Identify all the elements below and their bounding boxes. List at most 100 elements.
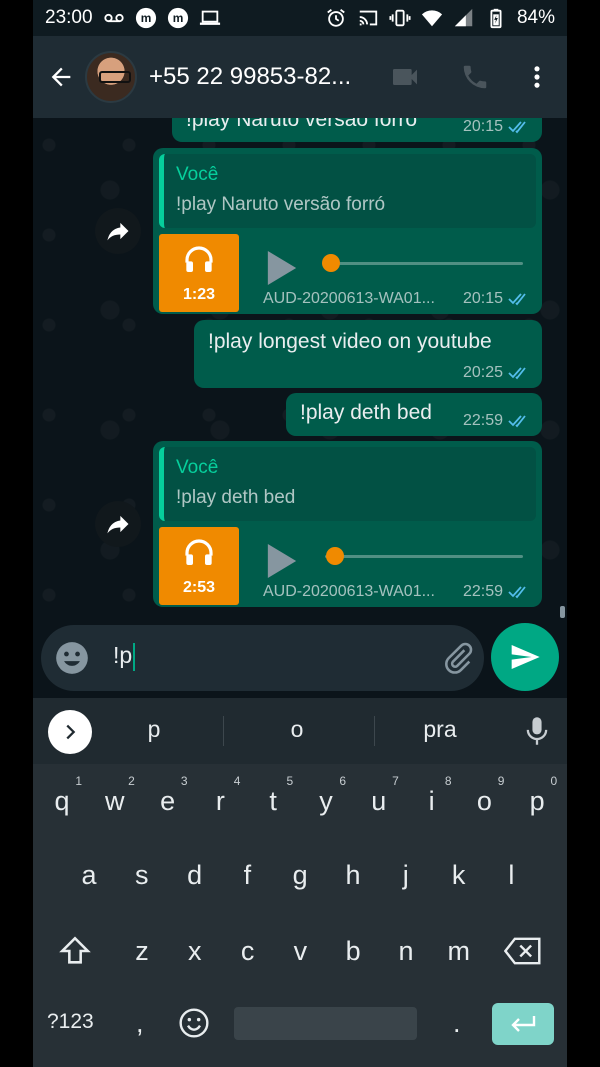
key-row-1: q1w2e3r4t5y6u7i8o9p0: [33, 770, 567, 832]
key-o[interactable]: o9: [458, 770, 510, 832]
keyboard: p o pra q1w2e3r4t5y6u7i8o9p0 asdfghjkl z…: [33, 698, 567, 1067]
message-bubble[interactable]: !play deth bed 22:59: [286, 393, 542, 436]
audio-seekbar[interactable]: [321, 254, 523, 272]
headphones-icon: [185, 539, 213, 565]
forward-icon[interactable]: [95, 501, 141, 547]
comma-key[interactable]: ,: [136, 1008, 144, 1039]
chevron-right-icon[interactable]: [48, 710, 92, 754]
message-bubble[interactable]: !play longest video on youtube 20:25: [194, 320, 542, 388]
send-button[interactable]: [491, 623, 559, 691]
cast-icon: [357, 7, 379, 29]
read-ticks-icon: [508, 585, 532, 599]
key-a[interactable]: a: [63, 844, 115, 906]
key-r[interactable]: r4: [194, 770, 246, 832]
forward-icon[interactable]: [95, 208, 141, 254]
key-v[interactable]: v: [274, 920, 326, 982]
key-c[interactable]: c: [222, 920, 274, 982]
more-vert-icon[interactable]: [515, 55, 559, 99]
key-label: y: [319, 785, 333, 816]
key-n[interactable]: n: [380, 920, 432, 982]
headphones-icon: [185, 246, 213, 272]
audio-seekbar[interactable]: [325, 547, 523, 565]
key-label: t: [269, 785, 277, 816]
suggestion-strip: p o pra: [33, 698, 567, 764]
attach-icon[interactable]: [441, 641, 475, 675]
key-u[interactable]: u7: [353, 770, 405, 832]
backspace-icon[interactable]: [501, 933, 545, 969]
text-caret: [133, 642, 136, 671]
emoji-icon[interactable]: [53, 639, 91, 677]
shift-icon[interactable]: [55, 933, 95, 969]
key-z[interactable]: z: [116, 920, 168, 982]
key-e[interactable]: e3: [142, 770, 194, 832]
key-s[interactable]: s: [116, 844, 168, 906]
period-key[interactable]: .: [453, 1008, 461, 1039]
key-w[interactable]: w2: [89, 770, 141, 832]
message-meta: 20:25: [463, 364, 532, 382]
key-row-3: zxcvbnm: [33, 920, 567, 982]
key-number-hint: 2: [128, 774, 135, 788]
message-input-value[interactable]: !p: [113, 642, 136, 671]
key-number-hint: 9: [497, 774, 505, 788]
contact-avatar[interactable]: [85, 51, 137, 103]
key-f[interactable]: f: [221, 844, 273, 906]
video-call-icon[interactable]: [383, 55, 427, 99]
m-app-icon: m: [135, 7, 157, 29]
key-number-hint: 4: [233, 774, 241, 788]
compose-bar: !p: [33, 623, 567, 698]
key-d[interactable]: d: [169, 844, 221, 906]
key-g[interactable]: g: [274, 844, 326, 906]
mic-icon[interactable]: [523, 715, 551, 747]
audio-seek-knob[interactable]: [325, 547, 344, 565]
space-key[interactable]: [234, 1007, 417, 1040]
audio-message-bubble[interactable]: Você !play Naruto versão forró 1:23 AUD-…: [153, 148, 542, 314]
svg-text:m: m: [172, 11, 183, 25]
play-icon[interactable]: [265, 541, 299, 581]
key-number-hint: 1: [75, 774, 82, 788]
emoji-key-icon[interactable]: [176, 1005, 212, 1041]
contact-name[interactable]: +55 22 99853-82...: [149, 63, 377, 91]
suggestion-item[interactable]: p: [94, 716, 214, 743]
key-label: e: [160, 785, 176, 816]
key-j[interactable]: j: [380, 844, 432, 906]
quoted-message[interactable]: Você !play deth bed: [159, 447, 536, 521]
key-p[interactable]: p0: [511, 770, 563, 832]
message-meta: 20:15: [463, 118, 532, 136]
key-h[interactable]: h: [327, 844, 379, 906]
key-number-hint: 7: [392, 774, 399, 788]
key-t[interactable]: t5: [247, 770, 299, 832]
key-q[interactable]: q1: [36, 770, 88, 832]
read-ticks-icon: [508, 414, 532, 428]
key-x[interactable]: x: [169, 920, 221, 982]
voice-call-icon[interactable]: [453, 55, 497, 99]
key-i[interactable]: i8: [406, 770, 458, 832]
key-number-hint: 5: [286, 774, 294, 788]
suggestion-item[interactable]: o: [237, 716, 357, 743]
symbols-key[interactable]: ?123: [47, 1010, 94, 1034]
enter-key[interactable]: [492, 1003, 554, 1045]
key-l[interactable]: l: [485, 844, 537, 906]
scrollbar[interactable]: [560, 606, 565, 618]
message-bubble[interactable]: !play Naruto versão forró 20:15: [172, 118, 542, 142]
message-input[interactable]: !p: [41, 625, 484, 691]
audio-duration: 1:23: [182, 286, 216, 303]
voicemail-icon: [103, 7, 125, 29]
key-m[interactable]: m: [433, 920, 485, 982]
message-time: 20:25: [462, 364, 503, 381]
back-arrow-icon[interactable]: [37, 53, 85, 101]
audio-thumbnail: 1:23: [159, 234, 239, 312]
chat-area[interactable]: !play Naruto versão forró 20:15 Você !pl…: [33, 118, 567, 625]
key-label: u: [371, 785, 387, 816]
key-k[interactable]: k: [433, 844, 485, 906]
key-label: o: [476, 785, 492, 816]
key-y[interactable]: y6: [300, 770, 352, 832]
quoted-message[interactable]: Você !play Naruto versão forró: [159, 154, 536, 228]
audio-seek-knob[interactable]: [321, 254, 340, 272]
key-b[interactable]: b: [327, 920, 379, 982]
laptop-icon: [199, 7, 221, 29]
audio-message-bubble[interactable]: Você !play deth bed 2:53 AUD-20200613-WA…: [153, 441, 542, 607]
play-icon[interactable]: [265, 248, 299, 288]
send-icon: [511, 645, 540, 669]
suggestion-item[interactable]: pra: [380, 716, 500, 743]
chat-header: +55 22 99853-82...: [33, 36, 567, 118]
